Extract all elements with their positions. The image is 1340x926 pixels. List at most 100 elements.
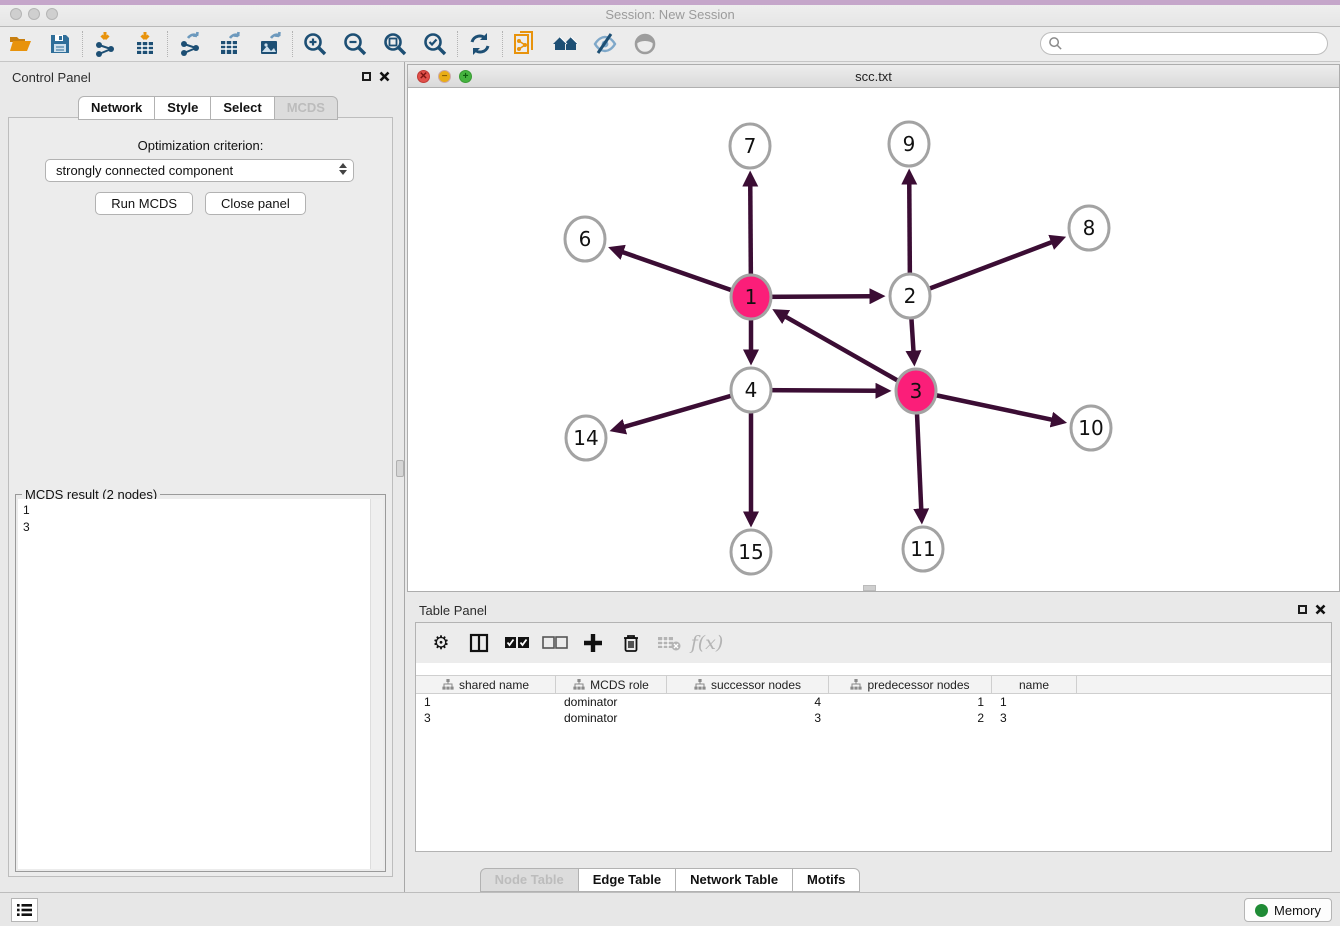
canvas-resize-grip[interactable]	[863, 585, 876, 591]
node-table-header-row: shared nameMCDS rolesuccessor nodesprede…	[416, 675, 1331, 694]
table-cell[interactable]: dominator	[556, 694, 667, 710]
column-header-predecessor-nodes[interactable]: predecessor nodes	[829, 676, 992, 693]
run-mcds-button[interactable]: Run MCDS	[95, 192, 193, 215]
show-selected-eye-icon[interactable]	[625, 29, 665, 59]
tab-motifs[interactable]: Motifs	[793, 868, 860, 892]
graph-node-label-8: 8	[1083, 216, 1096, 240]
close-panel-button[interactable]: Close panel	[205, 192, 306, 215]
mcds-result-box: MCDS result (2 nodes) 1 3	[15, 494, 386, 872]
float-panel-icon[interactable]	[362, 72, 371, 81]
control-panel-tabs: Network Style Select MCDS	[78, 96, 338, 120]
show-column-icon[interactable]	[462, 628, 496, 658]
close-panel-icon[interactable]	[379, 71, 390, 82]
column-header-successor-nodes[interactable]: successor nodes	[667, 676, 829, 693]
table-cell[interactable]: 1	[829, 694, 992, 710]
tab-style[interactable]: Style	[155, 96, 211, 120]
list-icon	[16, 903, 33, 917]
export-table-icon[interactable]	[210, 29, 250, 59]
graph-node-label-6: 6	[579, 227, 592, 251]
column-header-MCDS-role[interactable]: MCDS role	[556, 676, 667, 693]
deselect-all-checkboxes-icon[interactable]	[538, 628, 572, 658]
table-cell[interactable]: 4	[667, 694, 829, 710]
table-cell[interactable]: 1	[416, 694, 556, 710]
hide-selected-eye-icon[interactable]	[585, 29, 625, 59]
settings-gear-icon[interactable]: ⚙	[424, 628, 458, 658]
export-image-icon[interactable]	[250, 29, 290, 59]
window-title: Session: New Session	[0, 7, 1340, 22]
graph-node-label-15: 15	[738, 540, 763, 564]
graph-node-label-9: 9	[903, 132, 916, 156]
tab-mcds[interactable]: MCDS	[275, 96, 338, 120]
toolbar-separator	[167, 31, 168, 57]
task-history-button[interactable]	[11, 898, 38, 922]
save-icon[interactable]	[40, 29, 80, 59]
memory-button-label: Memory	[1274, 903, 1321, 918]
import-table-icon[interactable]	[125, 29, 165, 59]
table-cell[interactable]: 3	[416, 710, 556, 726]
delete-column-trash-icon[interactable]	[614, 628, 648, 658]
dropdown-stepper-icon	[339, 163, 347, 175]
search-icon	[1048, 36, 1063, 51]
close-table-panel-icon[interactable]	[1315, 604, 1326, 615]
table-panel-header: Table Panel	[407, 595, 1340, 621]
column-header-name[interactable]: name	[992, 676, 1077, 693]
memory-button[interactable]: Memory	[1244, 898, 1332, 922]
table-cell[interactable]: 1	[992, 694, 1077, 710]
export-network-icon[interactable]	[170, 29, 210, 59]
function-builder-icon[interactable]: f(x)	[690, 628, 724, 658]
result-scrollbar[interactable]	[370, 499, 383, 869]
control-panel-title: Control Panel	[12, 70, 91, 85]
table-row[interactable]: 3dominator323	[416, 710, 1331, 726]
toolbar-separator	[502, 31, 503, 57]
select-all-checkboxes-icon[interactable]	[500, 628, 534, 658]
delete-table-icon[interactable]	[652, 628, 686, 658]
zoom-in-icon[interactable]	[295, 29, 335, 59]
status-bar: Memory	[0, 892, 1340, 926]
graph-node-label-11: 11	[910, 537, 935, 561]
tab-network-table[interactable]: Network Table	[676, 868, 793, 892]
node-table-container: ⚙ f(x) shared nameMCDS rolesuccessor nod…	[415, 622, 1332, 852]
column-header-shared-name[interactable]: shared name	[416, 676, 556, 693]
table-row[interactable]: 1dominator411	[416, 694, 1331, 710]
home-icon[interactable]	[545, 29, 585, 59]
graph-edge-3-1[interactable]	[785, 317, 916, 391]
float-table-panel-icon[interactable]	[1298, 605, 1307, 614]
graph-edge-2-8[interactable]	[910, 242, 1052, 296]
table-cell[interactable]: dominator	[556, 710, 667, 726]
tab-network[interactable]: Network	[78, 96, 155, 120]
network-window: ✕ − + scc.txt 1234678910111415	[407, 64, 1340, 592]
search-input[interactable]	[1063, 33, 1327, 54]
zoom-selected-icon[interactable]	[415, 29, 455, 59]
criterion-dropdown[interactable]: strongly connected component	[45, 159, 354, 182]
network-from-file-icon[interactable]	[505, 29, 545, 59]
panel-divider-grip[interactable]	[396, 460, 404, 477]
table-toolbar: ⚙ f(x)	[416, 623, 1331, 663]
refresh-icon[interactable]	[460, 29, 500, 59]
mcds-result-list[interactable]: 1 3	[18, 499, 370, 869]
table-panel-title: Table Panel	[419, 603, 487, 618]
app-titlebar: Session: New Session	[0, 0, 1340, 27]
graph-node-label-1: 1	[745, 285, 758, 309]
tab-select[interactable]: Select	[211, 96, 274, 120]
table-cell[interactable]: 2	[829, 710, 992, 726]
tab-node-table[interactable]: Node Table	[480, 868, 579, 892]
import-network-icon[interactable]	[85, 29, 125, 59]
zoom-fit-icon[interactable]	[375, 29, 415, 59]
criterion-dropdown-value: strongly connected component	[56, 163, 233, 178]
search-field[interactable]	[1040, 32, 1328, 55]
table-panel-tabs: Node Table Edge Table Network Table Moti…	[0, 868, 1340, 892]
graph-node-label-10: 10	[1078, 416, 1103, 440]
memory-status-dot-icon	[1255, 904, 1268, 917]
table-cell[interactable]: 3	[667, 710, 829, 726]
graph-node-label-2: 2	[904, 284, 917, 308]
network-window-titlebar[interactable]: ✕ − + scc.txt	[408, 65, 1339, 88]
tab-edge-table[interactable]: Edge Table	[579, 868, 676, 892]
table-cell[interactable]: 3	[992, 710, 1077, 726]
titlebar-accent	[0, 0, 1340, 5]
toolbar-separator	[82, 31, 83, 57]
zoom-out-icon[interactable]	[335, 29, 375, 59]
toolbar-separator	[457, 31, 458, 57]
open-folder-icon[interactable]	[0, 29, 40, 59]
network-canvas[interactable]: 1234678910111415	[408, 88, 1339, 591]
add-column-icon[interactable]	[576, 628, 610, 658]
